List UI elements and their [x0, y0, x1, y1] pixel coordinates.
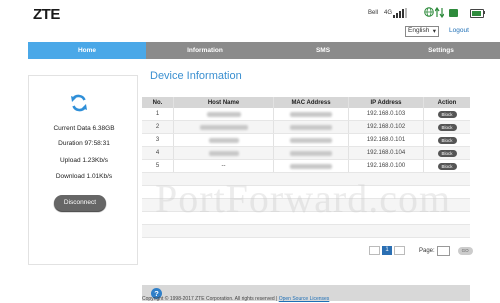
redacted-mac — [290, 137, 332, 143]
disconnect-button[interactable]: Disconnect — [54, 195, 106, 211]
row-ip: 192.168.0.101 — [349, 134, 424, 146]
table-header: No. Host Name MAC Address IP Address Act… — [142, 97, 470, 108]
battery-icon — [470, 9, 484, 18]
upload-rate: Upload 1.23Kb/s — [59, 157, 109, 164]
table-row: 3 192.168.0.101 Block — [142, 134, 470, 147]
download-rate: Download 1.01Kb/s — [55, 173, 113, 180]
chevron-down-icon: ▾ — [432, 28, 436, 35]
col-ip-address: IP Address — [349, 97, 424, 108]
col-host-name: Host Name — [174, 97, 274, 108]
tab-information[interactable]: Information — [146, 42, 264, 59]
redacted-mac — [290, 150, 332, 156]
language-selected: English — [408, 27, 430, 34]
language-select[interactable]: English ▾ — [405, 26, 439, 37]
redacted-mac — [290, 163, 332, 169]
row-mac — [274, 134, 349, 146]
page-label: Page: — [419, 247, 435, 254]
redacted-host — [208, 150, 239, 156]
header: ZTE Bell 4G — [0, 0, 500, 26]
row-mac — [274, 108, 349, 120]
next-page-button[interactable] — [394, 246, 405, 255]
globe-icon — [424, 7, 434, 17]
table-row: 4 192.168.0.104 Block — [142, 147, 470, 160]
table-row: 1 192.168.0.103 Block — [142, 108, 470, 121]
sms-folder-icon — [449, 9, 458, 17]
prev-page-button[interactable] — [369, 246, 380, 255]
battery-nub — [484, 11, 485, 14]
row-host-name: -- — [174, 160, 274, 172]
page-current[interactable]: 1 — [382, 246, 392, 255]
duration: Duration 97:58:31 — [58, 140, 110, 147]
table-row: 2 192.168.0.102 Block — [142, 121, 470, 134]
block-button[interactable]: Block — [437, 149, 457, 157]
row-no: 5 — [142, 160, 174, 172]
redacted-host — [208, 137, 239, 143]
row-no: 4 — [142, 147, 174, 159]
row-no: 1 — [142, 108, 174, 120]
row-host-name — [174, 121, 274, 133]
redacted-host — [199, 124, 248, 130]
col-no: No. — [142, 97, 174, 108]
row-host-name — [174, 147, 274, 159]
row-ip: 192.168.0.104 — [349, 147, 424, 159]
page-input[interactable] — [436, 245, 450, 256]
row-mac — [274, 147, 349, 159]
row-host-name — [174, 108, 274, 120]
redacted-host — [206, 111, 241, 117]
main-nav: Home Information SMS Settings — [28, 42, 500, 59]
col-action: Action — [437, 99, 457, 106]
row-action: Block — [424, 121, 470, 133]
empty-row — [142, 225, 470, 238]
pagination: 1 Page: GO — [369, 245, 473, 256]
row-mac — [274, 121, 349, 133]
table-row: 5 -- 192.168.0.100 Block — [142, 160, 470, 173]
refresh-icon[interactable] — [69, 93, 89, 113]
block-button[interactable]: Block — [437, 162, 457, 170]
block-button[interactable]: Block — [437, 110, 457, 118]
connection-panel: Current Data 6.38GB Duration 97:58:31 Up… — [28, 75, 138, 265]
logout-link[interactable]: Logout — [449, 27, 469, 34]
row-no: 2 — [142, 121, 174, 133]
row-ip: 192.168.0.100 — [349, 160, 424, 172]
row-action: Block — [424, 147, 470, 159]
carrier-label: Bell — [368, 10, 379, 16]
row-action: Block — [424, 108, 470, 120]
tab-sms[interactable]: SMS — [264, 42, 382, 59]
copyright-text: Copyright © 1998-2017 ZTE Corporation. A… — [142, 296, 278, 302]
row-no: 3 — [142, 134, 174, 146]
row-action: Block — [424, 160, 470, 172]
redacted-mac — [290, 124, 332, 130]
row-host-name — [174, 134, 274, 146]
redacted-mac — [290, 111, 332, 117]
network-mode-label: 4G — [384, 10, 393, 16]
row-action: Block — [424, 134, 470, 146]
row-ip: 192.168.0.103 — [349, 108, 424, 120]
zte-logo: ZTE — [33, 6, 60, 23]
signal-bars-icon — [393, 8, 407, 18]
open-source-licenses-link[interactable]: Open Source Licenses — [279, 296, 330, 302]
block-button[interactable]: Block — [437, 136, 457, 144]
row-ip: 192.168.0.102 — [349, 121, 424, 133]
page-title: Device Information — [150, 70, 242, 82]
up-down-arrows-icon — [435, 7, 444, 18]
watermark: PortForward.com — [155, 176, 452, 221]
go-button[interactable]: GO — [457, 246, 473, 255]
col-mac-address: MAC Address — [274, 97, 349, 108]
current-data: Current Data 6.38GB — [53, 125, 115, 132]
row-mac — [274, 160, 349, 172]
block-button[interactable]: Block — [437, 123, 457, 131]
tab-settings[interactable]: Settings — [382, 42, 500, 59]
tab-home[interactable]: Home — [28, 42, 146, 59]
footer: Copyright © 1998-2017 ZTE Corporation. A… — [142, 296, 329, 302]
